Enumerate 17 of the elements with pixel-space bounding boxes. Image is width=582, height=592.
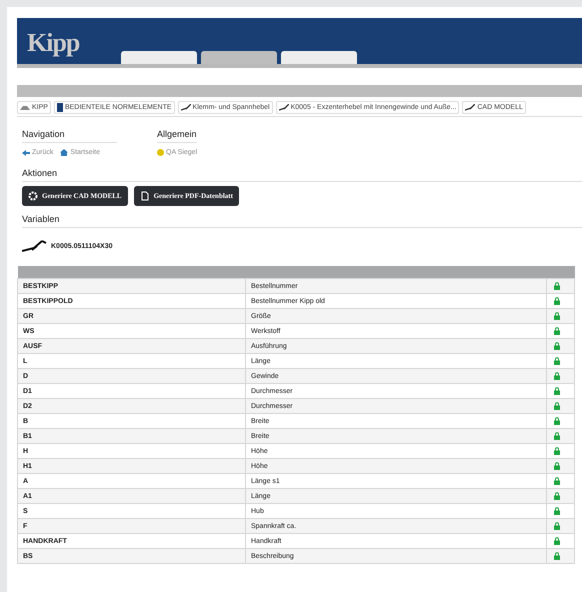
section-heading: Variablen bbox=[22, 214, 582, 228]
lever-icon bbox=[22, 240, 48, 252]
back-arrow-icon bbox=[22, 150, 30, 156]
lever-icon bbox=[180, 104, 191, 111]
lever-icon bbox=[465, 104, 476, 111]
seal-icon bbox=[157, 149, 164, 156]
home-icon bbox=[60, 149, 68, 156]
section-heading: Aktionen bbox=[22, 168, 582, 182]
tab[interactable] bbox=[121, 51, 198, 64]
section-heading: Navigation bbox=[22, 129, 117, 143]
lever-icon bbox=[278, 104, 289, 111]
tab[interactable] bbox=[281, 51, 358, 64]
document-icon bbox=[140, 191, 150, 201]
square-icon bbox=[56, 103, 63, 112]
tab[interactable] bbox=[201, 51, 278, 64]
section-heading: Allgemein bbox=[157, 129, 198, 143]
logo: Kipp bbox=[27, 28, 80, 58]
